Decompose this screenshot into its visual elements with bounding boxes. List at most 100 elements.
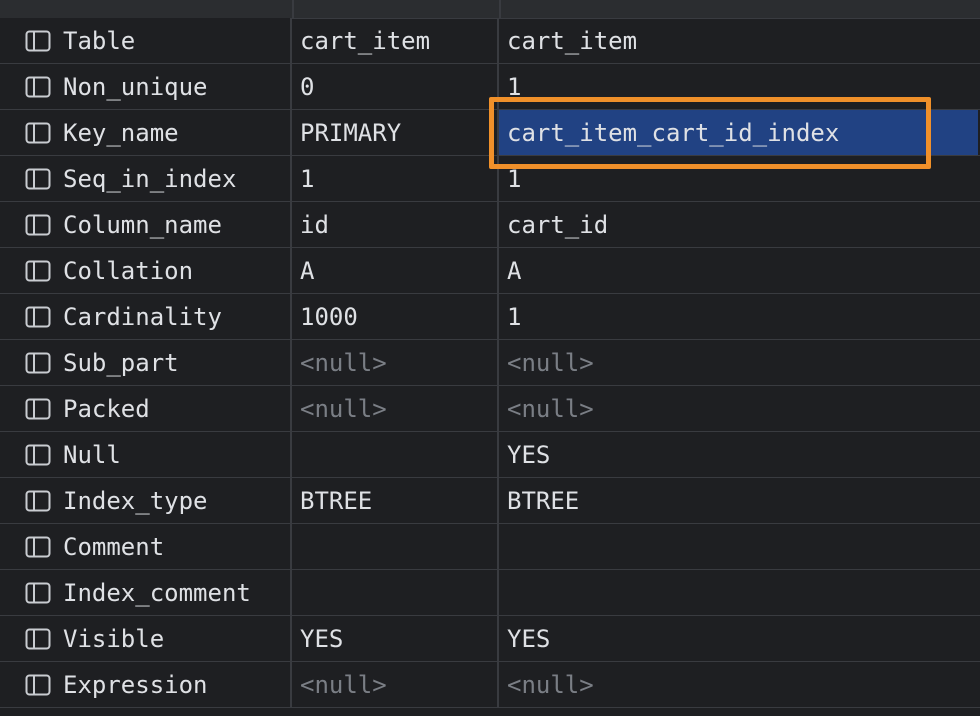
row-header-label: Column_name — [63, 210, 222, 239]
cell-value: <null> — [300, 670, 387, 699]
cell-value: cart_item — [507, 26, 638, 55]
value-cell-column-1[interactable]: 1 — [292, 156, 499, 201]
value-cell-column-1[interactable]: YES — [292, 616, 499, 661]
row-header-label: Table — [63, 26, 136, 55]
header-divider[interactable] — [499, 0, 501, 18]
value-cell-column-1[interactable] — [292, 570, 499, 615]
cell-value: A — [300, 256, 315, 285]
cell-value: <null> — [300, 348, 387, 377]
row-header-cell[interactable]: Seq_in_index — [0, 156, 292, 201]
row-header-label: Sub_part — [63, 348, 179, 377]
column-layout-icon — [25, 168, 51, 190]
value-cell-column-2[interactable]: 1 — [499, 64, 978, 109]
table-row[interactable]: Sub_part <null> <null> — [0, 340, 980, 386]
value-cell-column-1[interactable]: 0 — [292, 64, 499, 109]
cell-value: BTREE — [300, 486, 373, 515]
table-row[interactable]: Column_name id cart_id — [0, 202, 980, 248]
row-header-cell[interactable]: Sub_part — [0, 340, 292, 385]
grid-rows: Table cart_item cart_item Non_unique 0 1 Key_n… — [0, 18, 980, 708]
selected-cell[interactable]: cart_item_cart_id_index — [499, 110, 978, 155]
value-cell-column-1[interactable] — [292, 432, 499, 477]
row-header-cell[interactable]: Visible — [0, 616, 292, 661]
table-row[interactable]: Collation A A — [0, 248, 980, 294]
row-header-label: Seq_in_index — [63, 164, 237, 193]
column-layout-icon — [25, 214, 51, 236]
cell-value: 1 — [300, 164, 315, 193]
row-header-label: Cardinality — [63, 302, 222, 331]
table-row[interactable]: Visible YES YES — [0, 616, 980, 662]
table-row[interactable]: Non_unique 0 1 — [0, 64, 980, 110]
cell-value: YES — [507, 440, 551, 469]
value-cell-column-2[interactable]: A — [499, 248, 978, 293]
row-header-cell[interactable]: Column_name — [0, 202, 292, 247]
row-header-label: Packed — [63, 394, 150, 423]
row-header-cell[interactable]: Null — [0, 432, 292, 477]
value-cell-column-1[interactable]: PRIMARY — [292, 110, 499, 155]
table-row[interactable]: Packed <null> <null> — [0, 386, 980, 432]
cell-value: <null> — [507, 394, 594, 423]
row-header-label: Visible — [63, 624, 165, 653]
row-header-cell[interactable]: Key_name — [0, 110, 292, 155]
cell-value: PRIMARY — [300, 118, 402, 147]
value-cell-column-1[interactable]: 1000 — [292, 294, 499, 339]
value-cell-column-2[interactable]: YES — [499, 432, 978, 477]
table-row[interactable]: Expression <null> <null> — [0, 662, 980, 708]
table-row[interactable]: Seq_in_index 1 1 — [0, 156, 980, 202]
value-cell-column-2[interactable]: <null> — [499, 662, 978, 707]
column-layout-icon — [25, 30, 51, 52]
row-header-label: Index_type — [63, 486, 208, 515]
column-layout-icon — [25, 260, 51, 282]
cell-value: 0 — [300, 72, 315, 101]
column-layout-icon — [25, 306, 51, 328]
table-row[interactable]: Key_name PRIMARY cart_item_cart_id_index — [0, 110, 980, 156]
value-cell-column-2[interactable]: 1 — [499, 294, 978, 339]
cell-value: cart_id — [507, 210, 609, 239]
row-header-cell[interactable]: Cardinality — [0, 294, 292, 339]
value-cell-column-2[interactable]: YES — [499, 616, 978, 661]
table-row[interactable]: Table cart_item cart_item — [0, 18, 980, 64]
row-header-cell[interactable]: Comment — [0, 524, 292, 569]
value-cell-column-1[interactable]: <null> — [292, 662, 499, 707]
value-cell-column-1[interactable]: <null> — [292, 386, 499, 431]
value-cell-column-1[interactable]: id — [292, 202, 499, 247]
row-header-cell[interactable]: Index_comment — [0, 570, 292, 615]
value-cell-column-1[interactable] — [292, 524, 499, 569]
row-header-cell[interactable]: Packed — [0, 386, 292, 431]
cell-value: id — [300, 210, 329, 239]
value-cell-column-1[interactable]: <null> — [292, 340, 499, 385]
row-header-cell[interactable]: Expression — [0, 662, 292, 707]
value-cell-column-2[interactable]: cart_id — [499, 202, 978, 247]
row-header-label: Null — [63, 440, 121, 469]
table-row[interactable]: Index_type BTREE BTREE — [0, 478, 980, 524]
row-header-label: Key_name — [63, 118, 179, 147]
cell-value: YES — [507, 624, 551, 653]
table-row[interactable]: Null YES — [0, 432, 980, 478]
cell-value: <null> — [507, 670, 594, 699]
value-cell-column-1[interactable]: cart_item — [292, 18, 499, 63]
row-header-cell[interactable]: Collation — [0, 248, 292, 293]
value-cell-column-2[interactable] — [499, 524, 978, 569]
row-header-cell[interactable]: Table — [0, 18, 292, 63]
cell-value: 1 — [507, 164, 522, 193]
row-header-label: Collation — [63, 256, 194, 285]
table-row[interactable]: Index_comment — [0, 570, 980, 616]
row-header-label: Non_unique — [63, 72, 208, 101]
value-cell-column-2[interactable]: 1 — [499, 156, 978, 201]
row-header-cell[interactable]: Index_type — [0, 478, 292, 523]
value-cell-column-2[interactable]: BTREE — [499, 478, 978, 523]
value-cell-column-2[interactable]: <null> — [499, 340, 978, 385]
cell-value: A — [507, 256, 522, 285]
row-header-label: Comment — [63, 532, 165, 561]
header-divider[interactable] — [292, 0, 294, 18]
cell-value: <null> — [507, 348, 594, 377]
column-layout-icon — [25, 628, 51, 650]
value-cell-column-1[interactable]: BTREE — [292, 478, 499, 523]
value-cell-column-2[interactable]: cart_item — [499, 18, 978, 63]
value-cell-column-2[interactable] — [499, 570, 978, 615]
row-header-cell[interactable]: Non_unique — [0, 64, 292, 109]
cell-value: <null> — [300, 394, 387, 423]
table-row[interactable]: Comment — [0, 524, 980, 570]
value-cell-column-1[interactable]: A — [292, 248, 499, 293]
table-row[interactable]: Cardinality 1000 1 — [0, 294, 980, 340]
value-cell-column-2[interactable]: <null> — [499, 386, 978, 431]
